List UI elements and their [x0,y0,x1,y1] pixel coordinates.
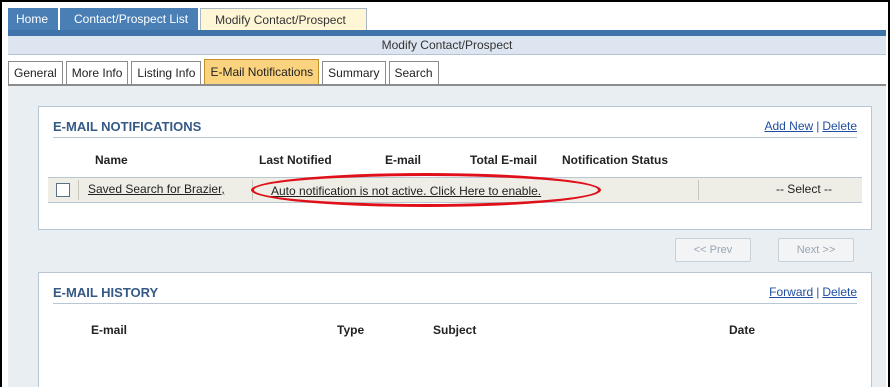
page-title: Modify Contact/Prospect [8,36,886,55]
notifications-title: E-MAIL NOTIFICATIONS [53,119,202,134]
column-notification-status: Notification Status [562,153,669,167]
column-date: Date [729,323,756,337]
next-button[interactable]: Next >> [778,238,854,262]
cell-divider [78,180,79,200]
tab-summary[interactable]: Summary [322,61,386,84]
tab-email-notifications[interactable]: E-Mail Notifications [204,59,320,84]
row-checkbox[interactable] [56,183,70,197]
column-subject: Subject [433,323,477,337]
column-name: Name [95,153,128,167]
history-title: E-MAIL HISTORY [53,285,159,300]
email-history-panel: E-MAIL HISTORY Forward | Delete E-mail Typ… [38,272,872,387]
column-type: Type [337,323,365,337]
tab-listing-info[interactable]: Listing Info [131,61,202,84]
add-new-link[interactable]: Add New [764,119,813,133]
forward-link[interactable]: Forward [769,285,813,299]
action-select[interactable]: -- Select -- [776,182,832,196]
action-separator: | [816,285,820,299]
tab-search[interactable]: Search [388,61,439,84]
history-actions: Forward | Delete [769,285,857,299]
column-email: E-mail [385,153,422,167]
window-frame: Home Contact/Prospect List Modify Contac… [0,0,890,387]
saved-search-link[interactable]: Saved Search for Brazier, [88,182,225,196]
cell-divider [698,180,699,200]
delete-link[interactable]: Delete [822,119,857,133]
column-email: E-mail [91,323,128,337]
column-last-notified: Last Notified [259,153,332,167]
breadcrumb: Home Contact/Prospect List Modify Contac… [8,8,369,31]
breadcrumb-home[interactable]: Home [8,8,59,30]
history-delete-link[interactable]: Delete [822,285,857,299]
email-notifications-panel: E-MAIL NOTIFICATIONS Add New | Delete Name… [38,106,872,230]
tab-bar: General More Info Listing Info E-Mail No… [8,59,442,84]
history-header: E-MAIL HISTORY Forward | Delete [53,283,857,304]
notifications-actions: Add New | Delete [764,119,857,133]
notifications-header: E-MAIL NOTIFICATIONS Add New | Delete [53,117,857,138]
action-separator: | [816,119,820,133]
highlight-oval [251,173,601,207]
tab-more-info[interactable]: More Info [65,61,129,84]
prev-button[interactable]: << Prev [675,238,751,262]
breadcrumb-contact-list[interactable]: Contact/Prospect List [60,8,199,30]
breadcrumb-modify-contact[interactable]: Modify Contact/Prospect [200,8,367,31]
main-content: E-MAIL NOTIFICATIONS Add New | Delete Name… [8,86,886,387]
tab-general[interactable]: General [8,61,63,84]
column-total-email: Total E-mail [470,153,538,167]
